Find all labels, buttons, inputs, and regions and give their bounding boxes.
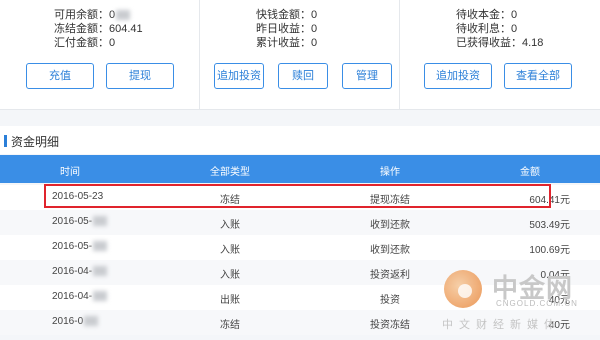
col-time: 时间 <box>60 167 80 178</box>
quick-money-panel: 快钱金额：0 昨日收益：0 累计收益：0 追加投资 赎回 管理 <box>200 0 400 110</box>
row-type: 冻结 <box>220 320 240 331</box>
table-header: 时间 全部类型 操作 金额 <box>0 155 600 183</box>
fund-details-header: 资金明细 <box>0 126 600 154</box>
watermark-url: CNGOLD.COM.CN <box>496 299 578 308</box>
redacted-mask <box>93 266 108 277</box>
watermark: 中金网 CNGOLD.COM.CN 中文财经新媒体 <box>440 266 600 340</box>
watermark-tagline: 中文财经新媒体 <box>442 319 561 331</box>
remit-amount: 汇付金额：0 <box>54 37 116 49</box>
row-amount: 604.41元 <box>529 195 570 206</box>
redacted-mask <box>93 291 108 302</box>
row-date: 2016-04- <box>30 291 140 302</box>
table-row: 2016-05- 入账 收到还款 503.49元 <box>0 210 600 235</box>
row-type: 入账 <box>220 245 240 256</box>
pending-interest: 待收利息：0 <box>456 23 518 35</box>
row-type: 入账 <box>220 220 240 231</box>
quick-money-amount: 快钱金额：0 <box>256 9 318 21</box>
withdraw-button[interactable]: 提现 <box>106 63 174 89</box>
table-row: 2016-05- 入账 收到还款 100.69元 <box>0 235 600 260</box>
row-operation: 投资 <box>380 295 400 306</box>
redacted-mask <box>93 241 108 252</box>
redacted-mask <box>93 216 108 227</box>
cngold-logo-icon <box>444 270 482 308</box>
row-amount: 503.49元 <box>529 220 570 231</box>
earned-income: 已获得收益：4.18 <box>456 37 544 49</box>
row-operation: 收到还款 <box>370 245 410 256</box>
row-operation: 收到还款 <box>370 220 410 231</box>
row-date: 2016-05-23 <box>52 191 104 202</box>
row-date: 2016-04- <box>30 266 140 277</box>
manage-button[interactable]: 管理 <box>342 63 392 89</box>
view-all-button[interactable]: 查看全部 <box>504 63 572 89</box>
balance-panel: 可用余额：0 冻结金额：604.41 汇付金额：0 充值 提现 <box>0 0 200 110</box>
add-investment-button-2[interactable]: 追加投资 <box>424 63 492 89</box>
redacted-mask <box>84 316 99 327</box>
row-date: 2016-05- <box>30 241 140 252</box>
table-row: 2016-05-23 冻结 提现冻结 604.41元 <box>0 185 600 210</box>
col-amount: 金额 <box>520 167 540 178</box>
redeem-button[interactable]: 赎回 <box>278 63 328 89</box>
row-operation: 提现冻结 <box>370 195 410 206</box>
add-investment-button[interactable]: 追加投资 <box>214 63 264 89</box>
row-amount: 100.69元 <box>529 245 570 256</box>
recharge-button[interactable]: 充值 <box>26 63 94 89</box>
row-type: 冻结 <box>220 195 240 206</box>
row-type: 入账 <box>220 270 240 281</box>
section-accent-bar <box>4 135 7 147</box>
col-type-filter[interactable]: 全部类型 <box>180 163 280 178</box>
col-operation: 操作 <box>380 167 400 178</box>
section-title: 资金明细 <box>11 135 60 149</box>
row-date: 2016-05- <box>30 216 140 227</box>
account-summary: 可用余额：0 冻结金额：604.41 汇付金额：0 充值 提现 快钱金额：0 昨… <box>0 0 600 110</box>
yesterday-earnings: 昨日收益：0 <box>256 23 318 35</box>
pending-panel: 待收本金：0 待收利息：0 已获得收益：4.18 追加投资 查看全部 <box>400 0 600 110</box>
pending-principal: 待收本金：0 <box>456 9 518 21</box>
available-balance: 可用余额：0 <box>54 8 131 22</box>
cumulative-earnings: 累计收益：0 <box>256 37 318 49</box>
frozen-amount: 冻结金额：604.41 <box>54 23 143 35</box>
row-operation: 投资返利 <box>370 270 410 281</box>
row-operation: 投资冻结 <box>370 320 410 331</box>
redacted-mask <box>116 10 131 21</box>
row-date: 2016-0 <box>30 316 140 327</box>
row-type: 出账 <box>220 295 240 306</box>
